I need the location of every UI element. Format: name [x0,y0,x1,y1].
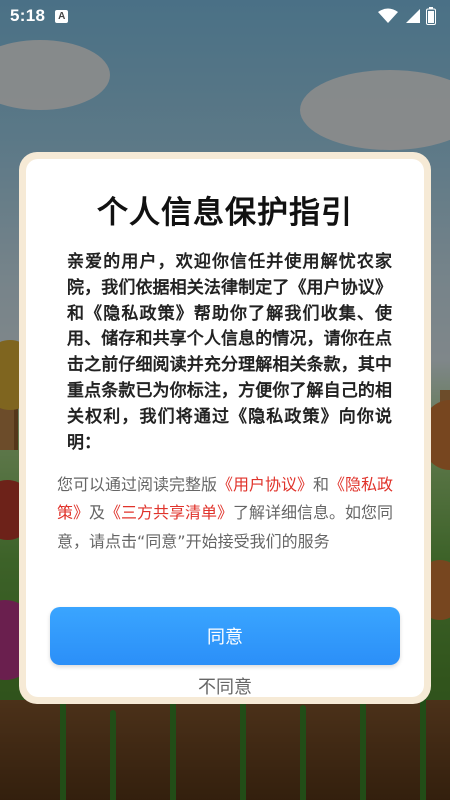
wifi-icon [378,8,398,24]
disagree-button[interactable]: 不同意 [26,673,424,699]
sub-text-part: 和 [313,475,330,494]
signal-icon [404,8,420,24]
status-bar: 5:18 A [0,0,450,32]
agree-button[interactable]: 同意 [50,607,400,665]
status-time: 5:18 [10,6,46,25]
sub-text-part: 您可以通过阅读完整版 [57,475,218,494]
sharing-list-link[interactable]: 《三方共享清单》 [105,503,233,522]
user-agreement-link[interactable]: 《用户协议》 [217,475,313,494]
dialog-main-text: 亲爱的用户，欢迎你信任并使用解忧农家院，我们依据相关法律制定了《用户协议》和《隐… [67,252,392,453]
dialog-content: 个人信息保护指引 亲爱的用户，欢迎你信任并使用解忧农家院，我们依据相关法律制定了… [26,159,424,699]
dialog-title: 个人信息保护指引 [97,195,353,231]
status-icons [378,7,436,25]
dialog-sub-text: 您可以通过阅读完整版《用户协议》和《隐私政策》及《三方共享清单》了解详细信息。如… [57,471,399,556]
battery-icon [426,7,436,25]
sub-text-part: 及 [89,503,106,523]
notification-a-icon: A [55,9,69,23]
privacy-dialog: 个人信息保护指引 亲爱的用户，欢迎你信任并使用解忧农家院，我们依据相关法律制定了… [19,152,431,704]
